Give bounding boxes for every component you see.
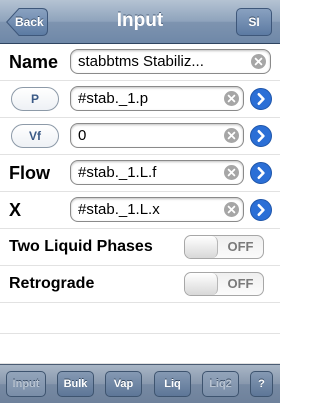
flow-field[interactable]: #stab._1.L.f [70,160,244,185]
name-label: Name [9,52,59,72]
switch-knob [185,273,218,295]
chevron-right-circle-icon[interactable] [250,88,272,110]
two-liquid-phases-label: Two Liquid Phases [9,238,153,255]
name-field[interactable]: stabbtms Stabiliz... [70,49,271,74]
pressure-field[interactable]: #stab._1.p [70,86,244,111]
pressure-value: #stab._1.p [78,90,149,107]
empty-row [0,334,280,364]
bottom-toolbar: Input Bulk Vap Liq Liq2 ? [0,364,280,403]
switch-state: OFF [227,276,254,291]
chevron-right-circle-icon[interactable] [250,125,272,147]
chevron-right-circle-icon[interactable] [250,162,272,184]
vapor-fraction-row: Vf 0 [0,118,280,155]
composition-field[interactable]: #stab._1.L.x [70,197,244,222]
tab-liq[interactable]: Liq [154,371,191,397]
tab-vap[interactable]: Vap [105,371,142,397]
clear-icon[interactable] [251,54,266,69]
composition-label: X [9,200,22,220]
clear-icon[interactable] [224,202,239,217]
empty-row [0,303,280,334]
tab-liq2[interactable]: Liq2 [202,371,239,397]
clear-icon[interactable] [224,128,239,143]
two-liquid-phases-switch[interactable]: OFF [184,235,264,259]
name-row: Name stabbtms Stabiliz... [0,44,280,81]
name-value: stabbtms Stabiliz... [78,53,204,70]
flow-value: #stab._1.L.f [78,164,157,181]
back-button-label: Back [15,15,44,29]
switch-knob [185,236,218,258]
composition-value: #stab._1.L.x [78,201,160,218]
switch-state: OFF [227,239,254,254]
clear-icon[interactable] [224,91,239,106]
navigation-bar: Input Back SI [0,0,280,44]
back-button[interactable]: Back [6,8,48,36]
tab-input[interactable]: Input [6,371,46,397]
chevron-right-circle-icon[interactable] [250,199,272,221]
units-button[interactable]: SI [236,8,272,36]
retrograde-switch[interactable]: OFF [184,272,264,296]
clear-icon[interactable] [224,165,239,180]
flow-row: Flow #stab._1.L.f [0,155,280,192]
vapor-fraction-button[interactable]: Vf [11,124,59,148]
tab-help[interactable]: ? [250,371,273,397]
retrograde-label: Retrograde [9,275,95,292]
two-liquid-phases-row: Two Liquid Phases OFF [0,229,280,266]
vapor-fraction-field[interactable]: 0 [70,123,244,148]
tab-bulk[interactable]: Bulk [57,371,94,397]
flow-label: Flow [9,163,50,183]
pressure-row: P #stab._1.p [0,81,280,118]
retrograde-row: Retrograde OFF [0,266,280,303]
vapor-fraction-value: 0 [78,127,87,144]
composition-row: X #stab._1.L.x [0,192,280,229]
pressure-button[interactable]: P [11,87,59,111]
